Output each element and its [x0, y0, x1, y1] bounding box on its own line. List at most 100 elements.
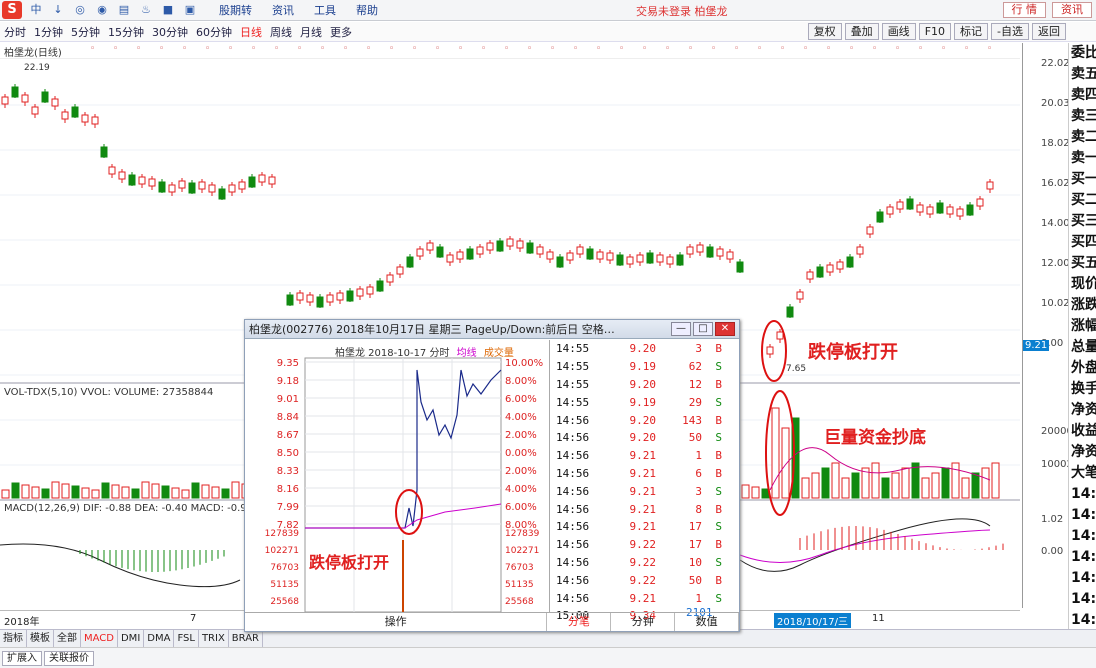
tool-button-4[interactable]: 标记 [954, 23, 989, 40]
indicator-tab-4[interactable]: DMI [118, 630, 145, 647]
tool-button-0[interactable]: 复权 [807, 23, 842, 40]
info-mine-dot[interactable]: ◦ [389, 44, 394, 54]
tool-button-2[interactable]: 画线 [881, 23, 916, 40]
info-mine-dot[interactable]: ◦ [757, 44, 762, 54]
info-mine-dot[interactable]: ◦ [159, 44, 164, 54]
indicator-tab-1[interactable]: 模板 [27, 630, 54, 647]
tool-button-6[interactable]: 返回 [1032, 23, 1066, 40]
info-mine-dot[interactable]: ◦ [136, 44, 141, 54]
info-mine-dot[interactable]: ◦ [182, 44, 187, 54]
info-mine-dot[interactable]: ◦ [113, 44, 118, 54]
info-mine-dot[interactable]: ◦ [297, 44, 302, 54]
trade-row: 14:55 9.20 3 B [550, 340, 739, 358]
toolbar-icon-2[interactable]: ◎ [72, 3, 88, 17]
toolbar-icon-0[interactable]: 中 [28, 3, 44, 17]
bottom-button-0[interactable]: 扩展入 [2, 650, 42, 666]
info-mine-dot[interactable]: ◦ [550, 44, 555, 54]
period-0[interactable]: 分时 [4, 24, 26, 40]
popup-tab-3[interactable]: 数值 [675, 613, 740, 631]
menu-item-0[interactable]: 股期转 [219, 2, 252, 18]
info-mine-dot[interactable]: ◦ [964, 44, 969, 54]
trade-row: 14:56 9.21 3 S [550, 482, 739, 500]
toolbar-icon-1[interactable]: ↓ [50, 3, 66, 17]
period-2[interactable]: 5分钟 [71, 24, 100, 40]
period-6[interactable]: 日线 [240, 24, 262, 40]
info-mine-dot[interactable]: ◦ [803, 44, 808, 54]
candle-body [296, 292, 304, 301]
period-9[interactable]: 更多 [330, 24, 352, 40]
info-mine-dot[interactable]: ◦ [274, 44, 279, 54]
info-mine-dot[interactable]: ◦ [734, 44, 739, 54]
candle-body [736, 261, 744, 273]
popup-tab-0[interactable]: 操作 [245, 613, 548, 631]
info-mine-dot[interactable]: ◦ [481, 44, 486, 54]
indicator-tab-0[interactable]: 指标 [0, 630, 27, 647]
period-7[interactable]: 周线 [270, 24, 292, 40]
toolbar-icon-7[interactable]: ▣ [182, 3, 198, 17]
info-mine-dot[interactable]: ◦ [918, 44, 923, 54]
tool-button-3[interactable]: F10 [918, 23, 952, 40]
period-1[interactable]: 1分钟 [34, 24, 63, 40]
top-button-1[interactable]: 资讯 [1052, 2, 1092, 18]
info-mine-dot[interactable]: ◦ [573, 44, 578, 54]
popup-tab-1[interactable]: 分笔 [547, 613, 612, 631]
popup-tab-2[interactable]: 分钟 [611, 613, 676, 631]
candle-body [336, 292, 344, 301]
info-mine-dot[interactable]: ◦ [642, 44, 647, 54]
bottom-button-1[interactable]: 关联报价 [44, 650, 94, 666]
period-5[interactable]: 60分钟 [196, 24, 232, 40]
price-label: 18.02 [1041, 138, 1070, 149]
indicator-tab-7[interactable]: TRIX [199, 630, 229, 647]
info-mine-dot[interactable]: ◦ [90, 44, 95, 54]
maximize-button[interactable]: □ [693, 322, 713, 336]
toolbar-icon-5[interactable]: ♨ [138, 3, 154, 17]
info-mine-dot[interactable]: ◦ [711, 44, 716, 54]
menu-item-3[interactable]: 帮助 [356, 2, 378, 18]
info-mine-dot[interactable]: ◦ [895, 44, 900, 54]
minimize-button[interactable]: — [671, 322, 691, 336]
info-mine-dot[interactable]: ◦ [849, 44, 854, 54]
info-mine-dot[interactable]: ◦ [596, 44, 601, 54]
info-mine-dot[interactable]: ◦ [619, 44, 624, 54]
intraday-popup[interactable]: 柏堡龙(002776) 2018年10月17日 星期三 PageUp/Down:… [244, 319, 740, 632]
indicator-tab-5[interactable]: DMA [144, 630, 175, 647]
info-mine-dot[interactable]: ◦ [826, 44, 831, 54]
indicator-tab-3[interactable]: MACD [81, 630, 118, 647]
toolbar-icon-4[interactable]: ▤ [116, 3, 132, 17]
period-4[interactable]: 30分钟 [152, 24, 188, 40]
info-mine-dot[interactable]: ◦ [343, 44, 348, 54]
info-mine-dot[interactable]: ◦ [504, 44, 509, 54]
toolbar-icon-3[interactable]: ◉ [94, 3, 110, 17]
intraday-chart[interactable]: 9.359.189.018.848.678.508.338.167.997.82… [245, 340, 548, 612]
indicator-tab-8[interactable]: BRAR [229, 630, 263, 647]
info-mine-dot[interactable]: ◦ [872, 44, 877, 54]
period-8[interactable]: 月线 [300, 24, 322, 40]
info-mine-dot[interactable]: ◦ [205, 44, 210, 54]
info-mine-dot[interactable]: ◦ [228, 44, 233, 54]
period-3[interactable]: 15分钟 [108, 24, 144, 40]
info-mine-dot[interactable]: ◦ [320, 44, 325, 54]
info-mine-dot[interactable]: ◦ [251, 44, 256, 54]
info-mine-dot[interactable]: ◦ [458, 44, 463, 54]
info-mine-dot[interactable]: ◦ [688, 44, 693, 54]
candle-body [806, 271, 814, 280]
info-mine-dot[interactable]: ◦ [412, 44, 417, 54]
top-button-0[interactable]: 行 情 [1002, 2, 1046, 18]
tool-button-5[interactable]: -自选 [991, 23, 1029, 40]
info-mine-dot[interactable]: ◦ [780, 44, 785, 54]
close-button[interactable]: ✕ [715, 322, 735, 336]
indicator-tab-6[interactable]: FSL [174, 630, 199, 647]
info-mine-dot[interactable]: ◦ [435, 44, 440, 54]
quote-row-label: 卖一 [1071, 150, 1096, 166]
toolbar-icon-6[interactable]: ■ [160, 3, 176, 17]
menu-item-2[interactable]: 工具 [314, 2, 336, 18]
info-mine-dot[interactable]: ◦ [987, 44, 992, 54]
tool-button-1[interactable]: 叠加 [844, 23, 879, 40]
bottom-buttons: 扩展入 关联报价 [0, 647, 1096, 668]
info-mine-dot[interactable]: ◦ [941, 44, 946, 54]
info-mine-dot[interactable]: ◦ [366, 44, 371, 54]
info-mine-dot[interactable]: ◦ [527, 44, 532, 54]
menu-item-1[interactable]: 资讯 [272, 2, 294, 18]
info-mine-dot[interactable]: ◦ [665, 44, 670, 54]
indicator-tab-2[interactable]: 全部 [54, 630, 81, 647]
